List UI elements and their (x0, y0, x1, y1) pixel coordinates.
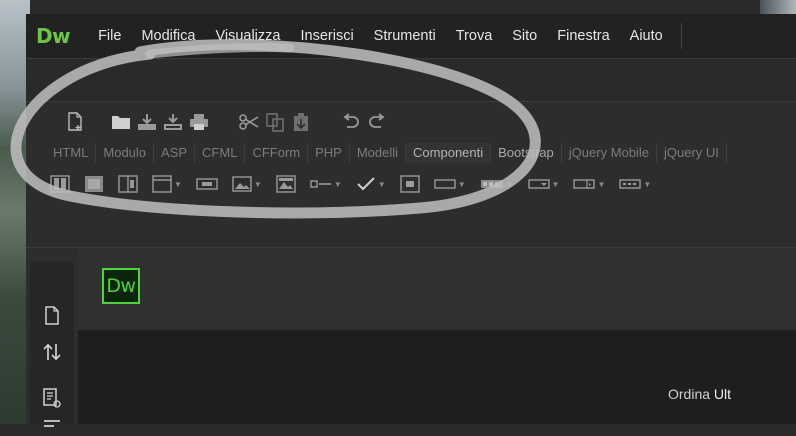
open-folder-icon[interactable] (108, 109, 134, 135)
sort-label: Ordina (668, 386, 711, 402)
menu-file[interactable]: File (88, 28, 131, 44)
panel-component-icon[interactable] (399, 172, 420, 196)
preview-panel-icon[interactable] (40, 386, 64, 410)
sort-value[interactable]: Ult (714, 386, 731, 402)
tab-bootstrap[interactable]: Bootstrap (491, 143, 562, 163)
files-panel-icon[interactable] (40, 304, 64, 328)
tab-asp[interactable]: ASP (154, 143, 196, 163)
menu-bar: Dw File Modifica Visualizza Inserisci St… (26, 14, 796, 58)
left-tool-panel (30, 262, 75, 427)
dropdown-component-icon[interactable]: ▼ (527, 172, 559, 196)
undo-icon[interactable] (338, 109, 364, 135)
insert-panel-tabs: HTML Modulo ASP CFML CFForm PHP Modelli … (46, 142, 727, 164)
menu-modifica[interactable]: Modifica (131, 28, 205, 44)
print-icon[interactable] (186, 109, 212, 135)
tab-jquery-mobile[interactable]: jQuery Mobile (562, 143, 657, 163)
menu-trova[interactable]: Trova (446, 28, 503, 44)
start-screen-header: Dw (78, 248, 796, 330)
properties-panel-icon[interactable] (40, 412, 64, 436)
standard-toolbar (26, 102, 796, 142)
menu-finestra[interactable]: Finestra (547, 28, 619, 44)
menu-inserisci[interactable]: Inserisci (290, 28, 363, 44)
checkmark-icon[interactable]: ▼ (356, 172, 386, 196)
grid-block-icon[interactable] (84, 172, 104, 196)
media-icon[interactable] (276, 172, 296, 196)
tab-componenti[interactable]: Componenti (406, 143, 492, 163)
start-screen-area (78, 330, 796, 424)
menu-visualizza[interactable]: Visualizza (205, 28, 290, 44)
put-file-icon[interactable] (160, 109, 186, 135)
button-component-icon[interactable] (196, 172, 218, 196)
paste-icon[interactable] (288, 109, 314, 135)
menu-divider (680, 23, 682, 49)
tab-jquery-ui[interactable]: jQuery UI (657, 143, 727, 163)
pagination-component-icon[interactable]: ▼ (619, 172, 651, 196)
app-logo[interactable]: Dw (26, 24, 88, 48)
document-toolbar-strip (26, 58, 796, 102)
columns-layout-icon[interactable] (50, 172, 70, 196)
input-field-icon[interactable]: ▼ (310, 172, 342, 196)
copy-icon[interactable] (262, 109, 288, 135)
menu-sito[interactable]: Sito (502, 28, 547, 44)
tab-cfml[interactable]: CFML (195, 143, 246, 163)
components-toolbar: ▼ ▼ ▼ ▼ ▼ ▼ ▼ ▼ ▼ (50, 170, 665, 198)
dw-product-badge: Dw (102, 268, 140, 304)
get-file-icon[interactable] (134, 109, 160, 135)
image-icon[interactable]: ▼ (232, 172, 262, 196)
new-document-icon[interactable] (62, 109, 88, 135)
progress-bar-icon[interactable]: ▼ (480, 172, 514, 196)
redo-icon[interactable] (364, 109, 390, 135)
tab-php[interactable]: PHP (308, 143, 350, 163)
menu-strumenti[interactable]: Strumenti (364, 28, 446, 44)
tab-cfform[interactable]: CFForm (245, 143, 309, 163)
sort-control[interactable]: Ordina Ult (668, 386, 731, 402)
tab-modulo[interactable]: Modulo (96, 143, 155, 163)
container-icon[interactable]: ▼ (152, 172, 182, 196)
tab-modelli[interactable]: Modelli (350, 143, 407, 163)
transfer-icon[interactable] (40, 340, 64, 364)
navbar-component-icon[interactable]: ▼ (573, 172, 605, 196)
split-layout-icon[interactable] (118, 172, 138, 196)
well-component-icon[interactable]: ▼ (433, 172, 466, 196)
tab-html[interactable]: HTML (46, 143, 97, 163)
dreamweaver-window: Dw File Modifica Visualizza Inserisci St… (26, 14, 796, 427)
cut-icon[interactable] (236, 109, 262, 135)
menu-aiuto[interactable]: Aiuto (620, 28, 673, 44)
